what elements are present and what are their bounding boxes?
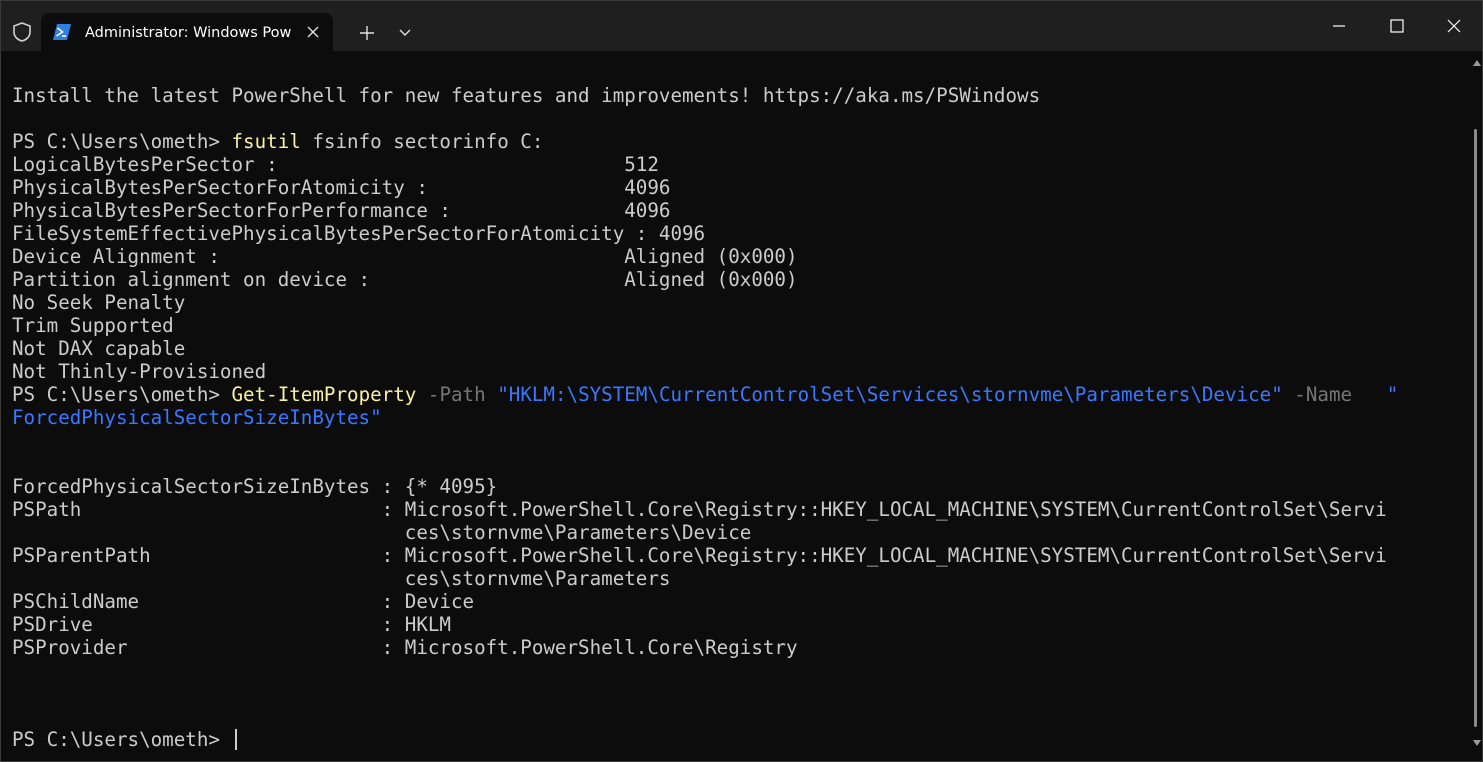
output-label: PhysicalBytesPerSectorForAtomicity : bbox=[12, 176, 625, 199]
scroll-down-arrow-icon[interactable] bbox=[1473, 739, 1481, 747]
output-row: PhysicalBytesPerSectorForAtomicity : 409… bbox=[12, 176, 670, 199]
output-value: 4096 bbox=[624, 176, 671, 199]
command-line-get-itemproperty: PS C:\Users\ometh> Get-ItemProperty -Pat… bbox=[12, 383, 1398, 406]
tab-powershell[interactable]: Administrator: Windows PowerShell bbox=[41, 13, 333, 51]
chevron-down-icon[interactable] bbox=[391, 21, 419, 45]
close-icon[interactable] bbox=[303, 22, 323, 42]
scroll-up-arrow-icon[interactable] bbox=[1473, 59, 1481, 67]
parameter-path: -Path bbox=[416, 383, 498, 406]
output-label: Partition alignment on device : bbox=[12, 268, 625, 291]
property-row: PSChildName : Device bbox=[12, 590, 475, 613]
prompt: PS C:\Users\ometh> bbox=[12, 383, 232, 406]
property-row: ces\stornvme\Parameters\Device bbox=[12, 521, 752, 544]
output-flag: Trim Supported bbox=[12, 314, 174, 337]
output-value: 512 bbox=[624, 153, 659, 176]
command-line-fsutil: PS C:\Users\ometh> fsutil fsinfo sectori… bbox=[12, 130, 543, 153]
output-row: LogicalBytesPerSector : 512 bbox=[12, 153, 659, 176]
text-cursor bbox=[234, 729, 237, 750]
property-row: PSDrive : HKLM bbox=[12, 613, 451, 636]
string-path: "HKLM:\SYSTEM\CurrentControlSet\Services… bbox=[497, 383, 1283, 406]
command-input-line[interactable]: PS C:\Users\ometh> bbox=[12, 728, 237, 751]
property-row: PSProvider : Microsoft.PowerShell.Core\R… bbox=[12, 636, 798, 659]
powershell-icon bbox=[53, 24, 71, 40]
output-flag: No Seek Penalty bbox=[12, 291, 186, 314]
output-flag: Not Thinly-Provisioned bbox=[12, 360, 267, 383]
output-row: Partition alignment on device : Aligned … bbox=[12, 268, 798, 291]
terminal-output[interactable]: Install the latest PowerShell for new fe… bbox=[1, 51, 1470, 761]
plus-icon[interactable] bbox=[351, 21, 383, 45]
banner-line: Install the latest PowerShell for new fe… bbox=[12, 84, 1041, 107]
output-row: Device Alignment : Aligned (0x000) bbox=[12, 245, 798, 268]
tab-title: Administrator: Windows PowerShell bbox=[85, 25, 291, 41]
output-row: FileSystemEffectivePhysicalBytesPerSecto… bbox=[12, 222, 705, 245]
output-row: PhysicalBytesPerSectorForPerformance : 4… bbox=[12, 199, 670, 222]
output-label: Device Alignment : bbox=[12, 245, 625, 268]
terminal-window: Administrator: Windows PowerShell Instal… bbox=[0, 0, 1483, 762]
title-bar[interactable]: Administrator: Windows PowerShell bbox=[1, 1, 1482, 51]
command-name: Get-ItemProperty bbox=[231, 383, 417, 406]
prompt: PS C:\Users\ometh> bbox=[12, 728, 232, 751]
minimize-icon[interactable] bbox=[1311, 9, 1367, 43]
string-name-open: " bbox=[1363, 383, 1399, 406]
output-label: LogicalBytesPerSector : bbox=[12, 153, 625, 176]
shield-icon bbox=[13, 22, 31, 42]
output-value: Aligned (0x000) bbox=[624, 245, 798, 268]
output-flag: Not DAX capable bbox=[12, 337, 186, 360]
output-value: 4096 bbox=[624, 199, 671, 222]
property-row: PSPath : Microsoft.PowerShell.Core\Regis… bbox=[12, 498, 1387, 521]
property-row: ces\stornvme\Parameters bbox=[12, 567, 671, 590]
output-label: FileSystemEffectivePhysicalBytesPerSecto… bbox=[12, 222, 659, 245]
command-name: fsutil bbox=[231, 130, 301, 153]
property-row: PSParentPath : Microsoft.PowerShell.Core… bbox=[12, 544, 1387, 567]
output-value: Aligned (0x000) bbox=[624, 268, 798, 291]
prompt: PS C:\Users\ometh> bbox=[12, 130, 232, 153]
property-row: ForcedPhysicalSectorSizeInBytes : {* 409… bbox=[12, 475, 498, 498]
scrollbar-thumb[interactable] bbox=[1474, 129, 1477, 727]
parameter-name: -Name bbox=[1282, 383, 1364, 406]
output-value: 4096 bbox=[658, 222, 706, 245]
string-name-continued: ForcedPhysicalSectorSizeInBytes" bbox=[12, 406, 382, 429]
close-icon[interactable] bbox=[1426, 9, 1482, 43]
command-args: fsinfo sectorinfo C: bbox=[300, 130, 544, 153]
maximize-icon[interactable] bbox=[1369, 9, 1425, 43]
output-label: PhysicalBytesPerSectorForPerformance : bbox=[12, 199, 625, 222]
